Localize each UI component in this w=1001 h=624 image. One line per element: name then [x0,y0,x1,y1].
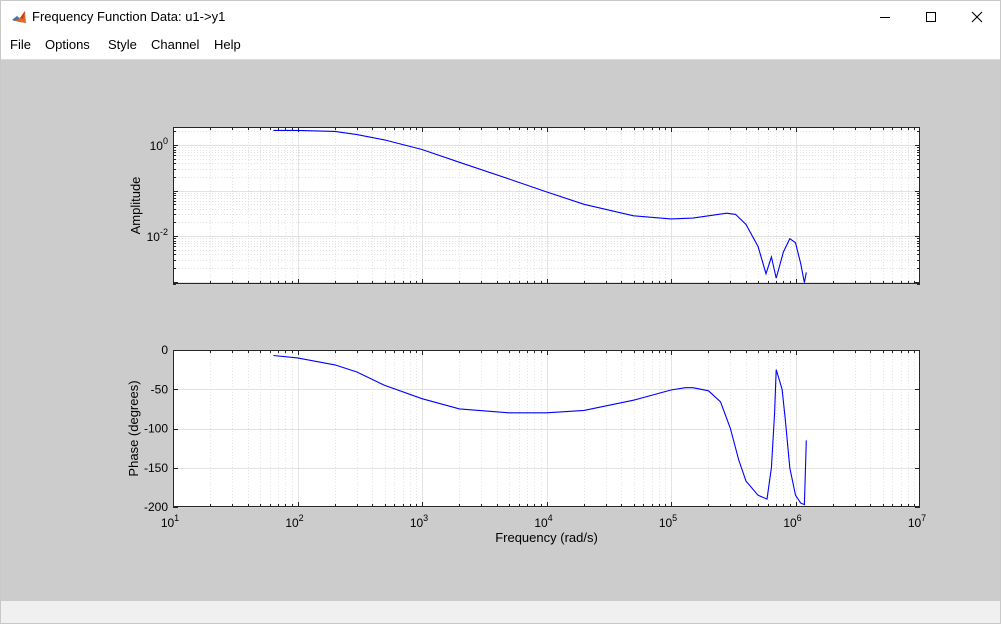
menu-options[interactable]: Options [45,37,90,52]
plot-canvas: 100 10-2 Amplitude 0 -50 -100 -150 -200101 102… [126,127,926,545]
matlab-logo-icon [11,9,27,25]
y-tick-label: -50 [151,382,169,396]
y-tick-label: 100 [150,136,168,153]
x-tick-label: 102 [285,513,303,530]
y-tick-label: 10-2 [147,227,168,244]
amplitude-ylabel: Amplitude [128,177,143,235]
amplitude-axes: 100 10-2 Amplitude [128,127,920,285]
frequency-xlabel: Frequency (rad/s) [495,530,598,545]
close-button[interactable] [954,1,1000,32]
window-title: Frequency Function Data: u1->y1 [32,9,226,24]
maximize-icon [926,11,936,22]
status-bar [1,601,1000,623]
x-tick-label: 107 [908,513,926,530]
x-tick-label: 106 [783,513,801,530]
y-tick-label: -200 [144,500,168,514]
figure-window: Frequency Function Data: u1->y1 File Opt… [0,0,1001,624]
menu-style[interactable]: Style [108,37,137,52]
maximize-button[interactable] [908,1,954,32]
minimize-icon [880,16,890,18]
figure-canvas: 100 10-2 Amplitude 0 -50 -100 -150 -200 101 102… [1,59,1000,602]
menu-help[interactable]: Help [214,37,241,52]
y-tick-label: -100 [144,422,168,436]
y-tick-label: -150 [144,461,168,475]
y-tick-label: 0 [161,343,168,357]
phase-axes: 0 -50 -100 -150 -200101 102 103 104 105 106 107 Ph… [126,343,926,545]
x-tick-label: 103 [410,513,428,530]
menu-bar: File Options Style Channel Help [1,32,1000,58]
minimize-button[interactable] [862,1,908,32]
menu-channel[interactable]: Channel [151,37,199,52]
title-bar: Frequency Function Data: u1->y1 [1,1,1000,32]
phase-ylabel: Phase (degrees) [126,380,141,476]
close-icon [971,11,983,22]
menu-file[interactable]: File [10,37,31,52]
x-tick-label: 101 [161,513,179,530]
x-tick-label: 105 [659,513,677,530]
x-tick-label: 104 [534,513,552,530]
